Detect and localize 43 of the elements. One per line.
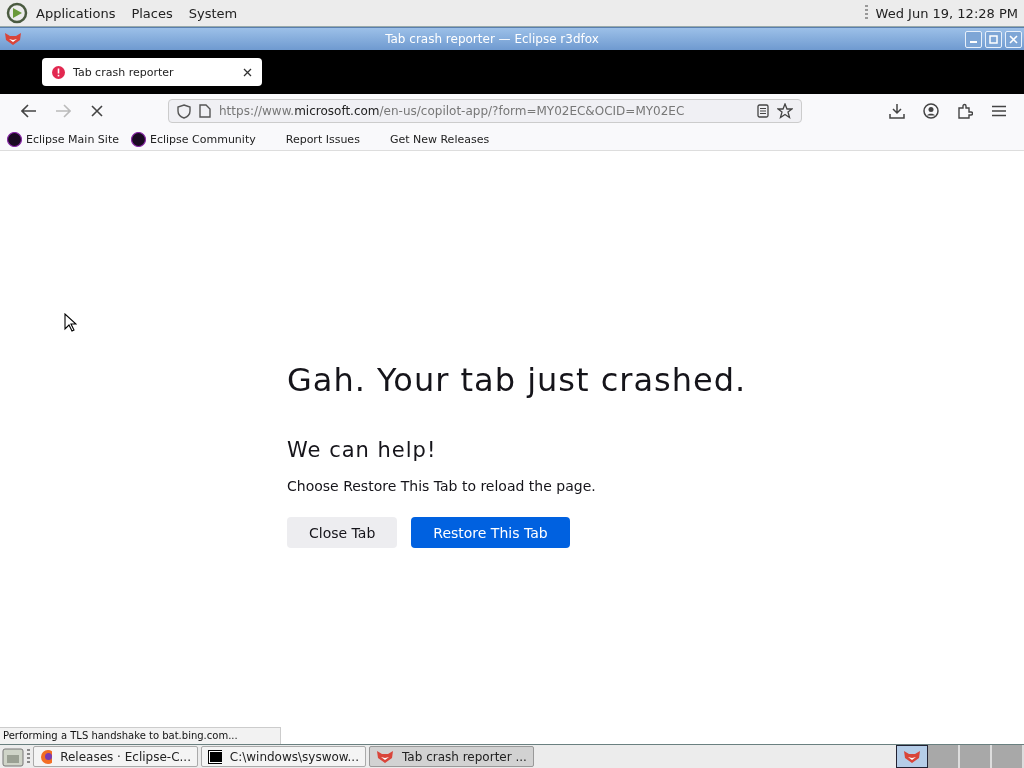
taskbar-button[interactable]: Tab crash reporter ...	[369, 746, 534, 767]
error-icon	[52, 65, 65, 79]
star-icon[interactable]	[777, 103, 793, 119]
browser-tab[interactable]: Tab crash reporter	[42, 58, 262, 86]
stop-icon[interactable]	[91, 105, 103, 117]
maximize-icon	[989, 34, 998, 44]
back-icon[interactable]	[21, 104, 37, 118]
taskbar-button[interactable]: Releases · Eclipse-C...	[33, 746, 198, 767]
bookmark[interactable]: Eclipse Community	[130, 131, 262, 147]
panel-menu[interactable]: Applications	[28, 5, 124, 21]
shield-icon	[177, 103, 191, 119]
panel-menu[interactable]: Places	[123, 5, 181, 21]
address-field[interactable]: https://www.microsoft.com/en-us/copilot-app/?form=MY02EC&OCID=MY02EC	[168, 99, 802, 123]
close-icon[interactable]	[243, 67, 252, 77]
bookmark[interactable]: Eclipse Main Site	[7, 131, 125, 147]
menu-icon[interactable]	[992, 105, 1006, 117]
firefox-icon	[40, 748, 53, 765]
close-tab-button[interactable]: Close Tab	[287, 517, 398, 548]
reader-icon[interactable]	[757, 104, 769, 118]
minimize-icon	[970, 41, 977, 43]
workspace-button[interactable]	[896, 745, 928, 768]
help-text: Choose Restore This Tab to reload the page.	[287, 477, 596, 496]
download-icon[interactable]	[889, 103, 905, 119]
logo-icon[interactable]	[6, 2, 28, 24]
taskbar-button[interactable]: C:\windows\syswow...	[201, 746, 366, 767]
fox-icon	[376, 749, 394, 764]
window-thumbnail-icon	[903, 749, 921, 764]
help-heading: We can help!	[287, 437, 437, 464]
page-icon	[199, 104, 211, 118]
panel-menu[interactable]: System	[180, 5, 246, 21]
status-text: Performing a TLS handshake to bat.bing.com...	[0, 727, 281, 744]
app-icon	[4, 32, 22, 46]
archive-icon	[208, 749, 222, 764]
account-icon[interactable]	[923, 103, 939, 119]
close-icon	[1009, 34, 1018, 44]
restore-button[interactable]: Restore This Tab	[411, 517, 570, 548]
window-title: Tab crash reporter — Eclipse r3dfox	[384, 32, 600, 46]
cursor-icon	[64, 313, 77, 332]
error-heading: Gah. Your tab just crashed.	[287, 360, 747, 401]
bookmark[interactable]: Report Issues	[267, 132, 372, 146]
bookmark[interactable]: Get New Releases	[371, 132, 502, 146]
puzzle-icon[interactable]	[957, 103, 973, 119]
clock: Wed Jun 19, 12:28 PM	[875, 5, 1018, 21]
